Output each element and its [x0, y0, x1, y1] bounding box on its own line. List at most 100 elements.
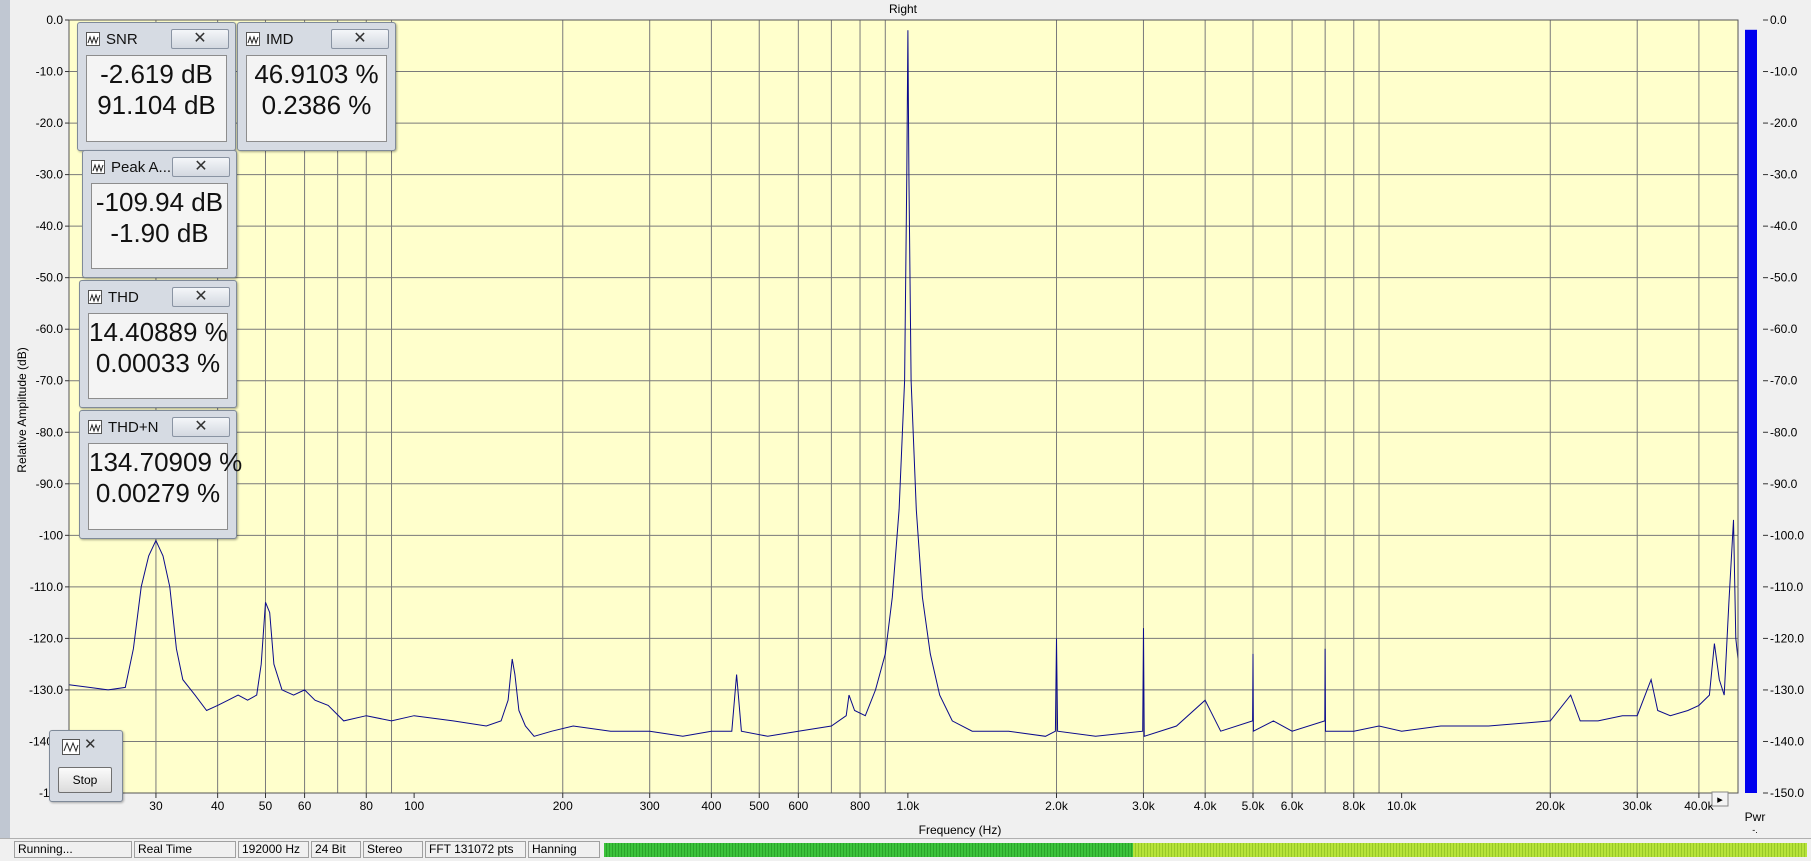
input-level-fill — [604, 843, 1134, 857]
x-tick-label: 60 — [298, 799, 312, 813]
x-tick-label: 30.0k — [1623, 799, 1653, 813]
meter-label: Pwr — [1745, 810, 1766, 824]
x-axis-label: Frequency (Hz) — [919, 823, 1002, 837]
meter-tick-label: -110.0 — [1770, 580, 1803, 594]
meter-tick-label: -150.0 — [1770, 786, 1804, 800]
meter-resize-grip[interactable]: -. — [1752, 825, 1758, 835]
x-tick-label: 400 — [701, 799, 721, 813]
thd-panel-values: 14.40889 % 0.00033 % — [88, 313, 228, 399]
x-tick-label: 30 — [149, 799, 163, 813]
waveform-icon — [246, 32, 260, 46]
stop-widget[interactable]: ✕ Stop — [49, 730, 123, 802]
meter-tick-label: -10.0 — [1770, 65, 1798, 79]
thd-panel-header[interactable]: THD ✕ — [86, 287, 230, 309]
status-fft-size: FFT 131072 pts — [425, 841, 526, 858]
imd-panel-title: IMD — [266, 31, 294, 48]
x-tick-label: 40.0k — [1684, 799, 1714, 813]
close-icon[interactable]: ✕ — [84, 735, 97, 753]
thdn-panel[interactable]: THD+N ✕ 134.70909 % 0.00279 % — [79, 410, 243, 539]
y-axis-label: Relative Amplitude (dB) — [15, 347, 29, 472]
status-mode: Real Time — [134, 841, 236, 858]
y-tick-label: -20.0 — [36, 116, 64, 130]
x-tick-label: 4.0k — [1194, 799, 1218, 813]
thdn-panel-title: THD+N — [108, 419, 159, 436]
y-tick-labels: 0.0 -10.0 -20.0 -30.0 -40.0 -50.0 -60.0 -70.0 -8… — [29, 13, 69, 800]
thd-value-1: 14.40889 % — [89, 317, 228, 347]
x-tick-label: 200 — [553, 799, 573, 813]
peak-panel-values: -109.94 dB -1.90 dB — [91, 183, 228, 269]
meter-tick-label: -70.0 — [1770, 374, 1798, 388]
imd-value-2: 0.2386 % — [261, 90, 372, 120]
close-icon[interactable]: ✕ — [172, 157, 230, 177]
x-tick-label: 20.0k — [1536, 799, 1566, 813]
y-tick-label: -30.0 — [36, 168, 64, 182]
window-left-edge — [0, 0, 10, 838]
meter-tick-label: -50.0 — [1770, 271, 1798, 285]
x-tick-label: 10.0k — [1387, 799, 1417, 813]
power-meter-bar — [1745, 29, 1757, 794]
y-tick-label: -80.0 — [36, 425, 64, 439]
status-state: Running... — [14, 841, 132, 858]
y-tick-label: -10.0 — [36, 65, 64, 79]
thdn-value-2: 0.00279 % — [95, 478, 221, 508]
imd-panel-values: 46.9103 % 0.2386 % — [246, 55, 387, 142]
x-tick-label: 800 — [850, 799, 870, 813]
x-tick-label: 600 — [788, 799, 808, 813]
meter-tick-label: 0.0 — [1770, 13, 1787, 27]
y-tick-label: -120.0 — [29, 631, 63, 645]
status-bar: Running... Real Time 192000 Hz 24 Bit St… — [0, 838, 1811, 861]
x-tick-label: 40 — [211, 799, 225, 813]
status-window: Hanning — [528, 841, 600, 858]
y-tick-label: -70.0 — [36, 374, 64, 388]
x-tick-label: 8.0k — [1342, 799, 1366, 813]
snr-value-2: 91.104 dB — [97, 90, 216, 120]
imd-panel-header[interactable]: IMD ✕ — [244, 29, 389, 51]
y-tick-label: -100 — [39, 528, 63, 542]
close-icon[interactable]: ✕ — [171, 29, 229, 49]
input-level-headroom — [1133, 843, 1807, 857]
waveform-icon — [62, 739, 80, 755]
chart-title: Right — [889, 2, 918, 16]
y-tick-label: -40.0 — [36, 219, 64, 233]
x-tick-label: 80 — [360, 799, 374, 813]
input-level-meter — [604, 843, 1807, 857]
scroll-right-arrow-icon: ▸ — [1717, 793, 1723, 806]
stop-button[interactable]: Stop — [58, 767, 112, 793]
meter-tick-label: -140.0 — [1770, 734, 1804, 748]
thdn-panel-values: 134.70909 % 0.00279 % — [88, 443, 243, 530]
imd-panel[interactable]: IMD ✕ 46.9103 % 0.2386 % — [237, 22, 396, 151]
y-tick-label: -90.0 — [36, 477, 64, 491]
x-tick-label: 1.0k — [897, 799, 921, 813]
x-tick-label: 6.0k — [1281, 799, 1305, 813]
peak-value-1: -109.94 dB — [95, 187, 224, 217]
y-tick-label: -60.0 — [36, 322, 64, 336]
thd-panel[interactable]: THD ✕ 14.40889 % 0.00033 % — [79, 280, 237, 408]
peak-panel-header[interactable]: Peak A... ✕ — [89, 157, 230, 179]
close-icon[interactable]: ✕ — [172, 287, 230, 307]
waveform-icon — [88, 290, 102, 304]
snr-panel-header[interactable]: SNR ✕ — [84, 29, 229, 51]
meter-tick-label: -90.0 — [1770, 477, 1798, 491]
snr-panel-title: SNR — [106, 31, 138, 48]
status-channels: Stereo — [363, 841, 423, 858]
x-tick-labels: 30 40 50 60 80 100 200 300 400 500 600 800 1.0k 2.0k 3… — [149, 793, 1715, 813]
meter-tick-label: -20.0 — [1770, 116, 1798, 130]
y-tick-label: 0.0 — [46, 13, 63, 27]
x-tick-label: 500 — [749, 799, 769, 813]
y-tick-label: -130.0 — [29, 683, 63, 697]
thdn-value-1: 134.70909 % — [89, 447, 243, 477]
peak-value-2: -1.90 dB — [110, 218, 209, 248]
y-tick-label: -50.0 — [36, 271, 64, 285]
x-tick-label: 100 — [404, 799, 424, 813]
meter-tick-label: -60.0 — [1770, 322, 1798, 336]
close-icon[interactable]: ✕ — [331, 29, 389, 49]
close-icon[interactable]: ✕ — [172, 417, 230, 437]
snr-panel[interactable]: SNR ✕ -2.619 dB 91.104 dB — [77, 22, 236, 151]
peak-panel-title: Peak A... — [111, 159, 172, 176]
waveform-icon — [86, 32, 100, 46]
peak-panel[interactable]: Peak A... ✕ -109.94 dB -1.90 dB — [82, 150, 237, 278]
x-tick-label: 5.0k — [1242, 799, 1266, 813]
thdn-panel-header[interactable]: THD+N ✕ — [86, 417, 230, 439]
status-bit-depth: 24 Bit — [311, 841, 361, 858]
thd-value-2: 0.00033 % — [95, 348, 221, 378]
